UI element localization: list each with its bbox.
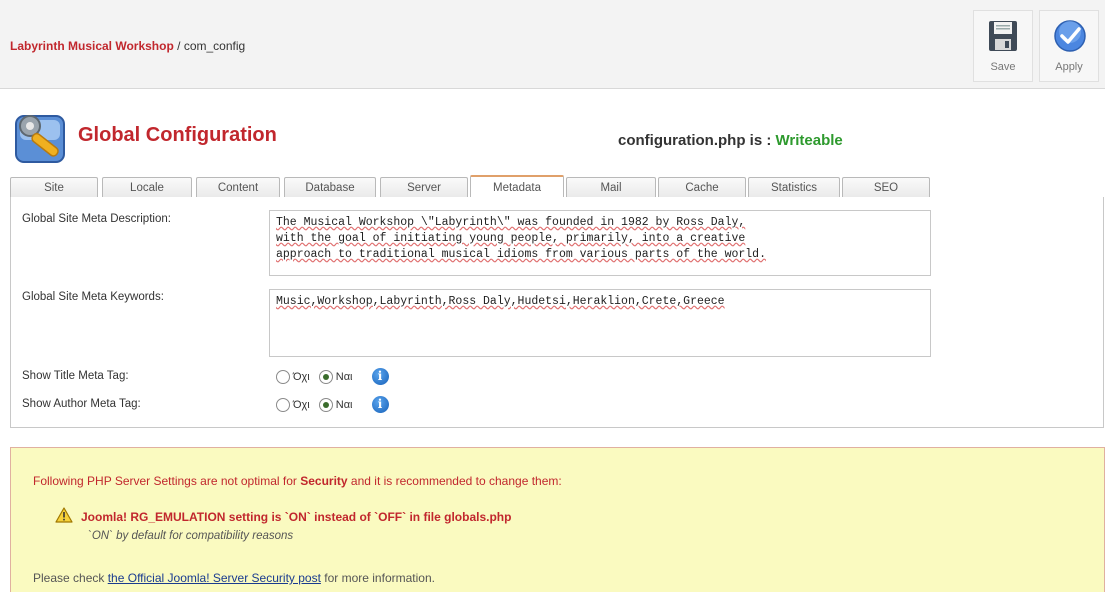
- checkmark-icon: [1054, 20, 1086, 52]
- tab-cache[interactable]: Cache: [658, 177, 746, 198]
- config-gear-icon: [15, 115, 65, 163]
- save-label: Save: [990, 61, 1016, 73]
- meta-keywords-textarea[interactable]: Music,Workshop,Labyrinth,Ross Daly,Hudet…: [269, 289, 931, 357]
- tab-site[interactable]: Site: [10, 177, 98, 198]
- warning-check-text-end: for more information.: [320, 571, 435, 585]
- warning-intro-text: Following PHP Server Settings are not op…: [33, 474, 301, 488]
- show-title-label: Show Title Meta Tag:: [22, 370, 129, 382]
- security-warning-box: Following PHP Server Settings are not op…: [10, 447, 1105, 592]
- breadcrumb-path: / com_config: [173, 39, 246, 53]
- warning-intro-text-end: and it is recommended to change them:: [347, 474, 562, 488]
- breadcrumb-site[interactable]: Labyrinth Musical Workshop: [10, 39, 174, 53]
- warning-intro: Following PHP Server Settings are not op…: [33, 474, 562, 488]
- meta-description-textarea[interactable]: The Musical Workshop \"Labyrinth\" was f…: [269, 210, 931, 276]
- tab-server[interactable]: Server: [380, 177, 468, 198]
- warning-item: Joomla! RG_EMULATION setting is `ON` ins…: [81, 510, 512, 524]
- save-button[interactable]: Save: [973, 10, 1033, 82]
- floppy-disk-icon: [989, 21, 1017, 51]
- warning-intro-bold: Security: [300, 474, 348, 488]
- apply-label: Apply: [1055, 61, 1083, 73]
- file-status-prefix: configuration.php is :: [618, 132, 776, 149]
- metadata-panel: Global Site Meta Description: The Musica…: [10, 197, 1104, 428]
- tab-mail[interactable]: Mail: [566, 177, 656, 198]
- show-author-label: Show Author Meta Tag:: [22, 398, 141, 410]
- show-title-yes-radio[interactable]: [318, 369, 333, 384]
- meta-keywords-label: Global Site Meta Keywords:: [22, 291, 164, 303]
- show-author-yes-label: Ναι: [335, 398, 353, 411]
- show-title-radio-group: Όχι Ναι i: [276, 368, 389, 386]
- info-icon[interactable]: i: [371, 368, 389, 385]
- info-icon[interactable]: i: [371, 396, 389, 413]
- show-title-no-label: Όχι: [293, 370, 310, 383]
- header-bar: Labyrinth Musical Workshop / com_config …: [0, 0, 1105, 89]
- tab-statistics[interactable]: Statistics: [748, 177, 840, 198]
- warning-check-text: Please check: [33, 571, 108, 585]
- tab-database[interactable]: Database: [284, 177, 376, 198]
- show-title-yes-label: Ναι: [335, 370, 353, 383]
- show-author-yes-radio[interactable]: [318, 397, 333, 412]
- tab-seo[interactable]: SEO: [842, 177, 930, 198]
- show-author-no-label: Όχι: [293, 398, 310, 411]
- warning-check-line: Please check the Official Joomla! Server…: [33, 571, 435, 585]
- tab-content[interactable]: Content: [196, 177, 280, 198]
- warning-item-note: `ON` by default for compatibility reason…: [88, 530, 294, 542]
- page-title: Global Configuration: [78, 124, 277, 146]
- show-author-no-radio[interactable]: [276, 397, 290, 412]
- show-title-no-radio[interactable]: [276, 369, 290, 384]
- breadcrumb: Labyrinth Musical Workshop / com_config: [10, 39, 245, 53]
- apply-button[interactable]: Apply: [1039, 10, 1099, 82]
- file-status-value: Writeable: [775, 132, 843, 149]
- meta-description-label: Global Site Meta Description:: [22, 213, 171, 225]
- file-status: configuration.php is : Writeable: [618, 132, 843, 149]
- warning-triangle-icon: [55, 507, 73, 523]
- security-post-link[interactable]: the Official Joomla! Server Security pos…: [108, 571, 321, 585]
- tab-locale[interactable]: Locale: [102, 177, 192, 198]
- show-author-radio-group: Όχι Ναι i: [276, 396, 389, 414]
- config-tabs: Site Locale Content Database Server Meta…: [10, 175, 930, 200]
